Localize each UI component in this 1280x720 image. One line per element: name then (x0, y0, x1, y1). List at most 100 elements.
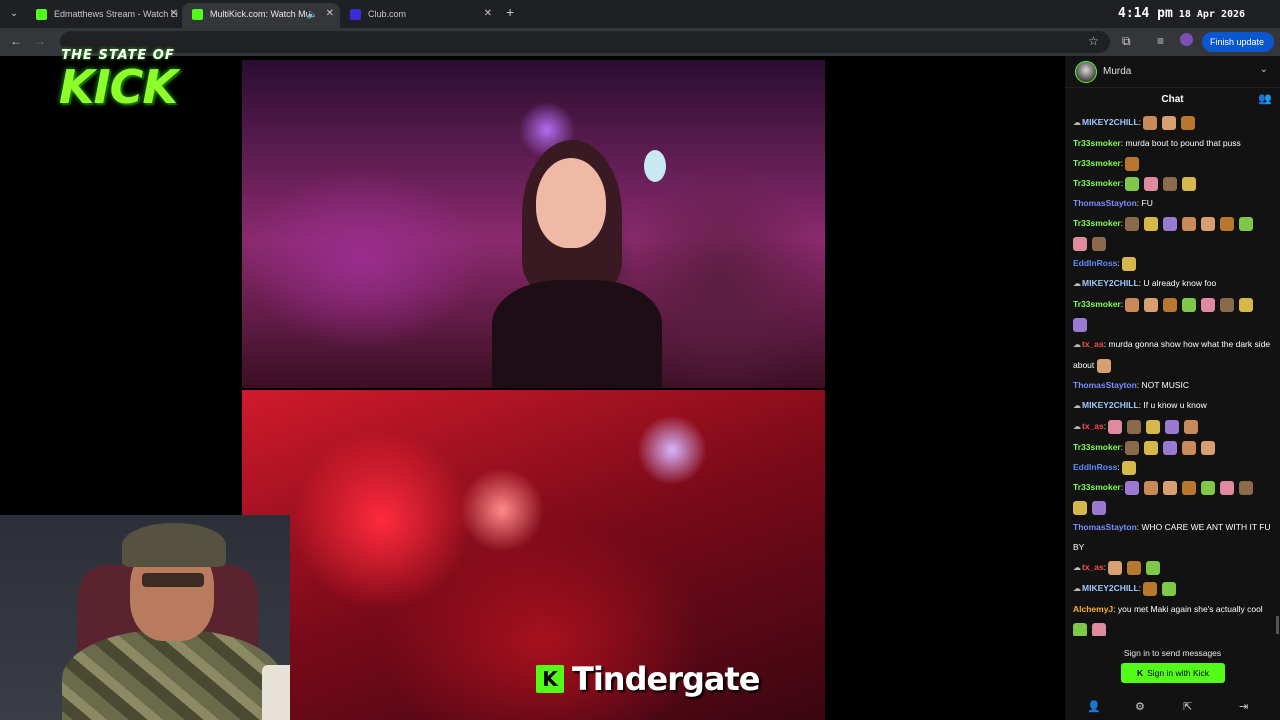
tab-club[interactable]: Club.com ✕ (340, 3, 498, 28)
chat-username[interactable]: ThomasStayton (1073, 522, 1137, 532)
chat-username[interactable]: MIKEY2CHILL (1082, 117, 1139, 127)
chat-message: Tr33smoker: (1073, 294, 1274, 334)
chat-username[interactable]: MIKEY2CHILL (1082, 278, 1139, 288)
emote-icon (1163, 480, 1178, 495)
user-badge-icon: ☁ (1073, 118, 1081, 127)
chat-username[interactable]: Tr33smoker (1073, 482, 1121, 492)
address-bar[interactable] (60, 31, 1110, 53)
finish-update-label: Finish update (1210, 37, 1265, 47)
user-badge-icon: ☁ (1073, 584, 1081, 593)
extensions-icon[interactable]: ⧉ (1122, 34, 1131, 49)
chat-message: ThomasStayton: NOT MUSIC (1073, 375, 1274, 395)
chat-username[interactable]: Tr33smoker (1073, 158, 1121, 168)
emote-icon (1122, 256, 1137, 271)
emote-icon (1125, 176, 1140, 191)
chat-username[interactable]: Tr33smoker (1073, 299, 1121, 309)
emote-icon (1092, 500, 1106, 515)
star-icon[interactable]: ☆ (1088, 34, 1099, 48)
chat-message: ☁MIKEY2CHILL: (1073, 578, 1274, 599)
chat-panel: Murda ⌄ Chat 👥 ☁MIKEY2CHILL: Tr33smoker:… (1065, 56, 1280, 720)
chat-message: ☁tx_as: (1073, 557, 1274, 578)
kick-k-icon: K (536, 665, 564, 693)
chat-message: Tr33smoker: (1073, 437, 1274, 457)
emote-icon (1220, 297, 1235, 312)
emote-icon (1144, 216, 1159, 231)
close-tab-icon[interactable]: ✕ (170, 3, 178, 25)
pillow (262, 665, 290, 720)
chat-message: Tr33smoker: murda bout to pound that pus… (1073, 133, 1274, 153)
sign-in-with-kick-button[interactable]: K Sign in with Kick (1121, 663, 1225, 683)
chat-text: you met Maki again she's actually cool (1117, 604, 1263, 614)
add-user-icon[interactable]: 👤 (1087, 700, 1101, 713)
chat-username[interactable]: Tr33smoker (1073, 218, 1121, 228)
chat-username[interactable]: Tr33smoker (1073, 138, 1121, 148)
chat-username[interactable]: tx_as (1082, 421, 1104, 431)
tab-search-icon[interactable]: ⌄ (6, 6, 22, 22)
chat-username[interactable]: tx_as (1082, 339, 1104, 349)
emote-icon (1125, 216, 1140, 231)
chat-scrollbar[interactable] (1276, 616, 1279, 634)
chat-channel-header[interactable]: Murda ⌄ (1065, 56, 1280, 88)
exit-icon[interactable]: ⇥ (1239, 700, 1248, 713)
chat-username[interactable]: EddInRoss (1073, 462, 1117, 472)
video-panel-top[interactable] (242, 60, 825, 388)
emote-icon (1144, 440, 1159, 455)
new-tab-icon[interactable]: + (506, 4, 514, 20)
chat-text: murda bout to pound that puss (1125, 138, 1241, 148)
speaker-icon[interactable]: 🔈 (307, 3, 318, 25)
emote-icon (1201, 297, 1216, 312)
emote-icon (1201, 216, 1216, 231)
emote-icon (1163, 297, 1178, 312)
emote-icon (1182, 480, 1197, 495)
emote-icon (1163, 176, 1178, 191)
emote-icon (1201, 440, 1216, 455)
streamer-shirt (62, 629, 282, 720)
chat-text: NOT MUSIC (1141, 380, 1190, 390)
emote-icon (1162, 115, 1177, 130)
emote-icon (1144, 176, 1159, 191)
back-icon[interactable]: ← (10, 34, 22, 48)
users-icon[interactable]: 👥 (1258, 92, 1272, 105)
chat-username[interactable]: AlchemyJ (1073, 604, 1113, 614)
channel-avatar (1075, 61, 1097, 83)
person-face (536, 158, 606, 248)
emote-icon (1162, 581, 1177, 596)
close-tab-icon[interactable]: ✕ (484, 3, 492, 25)
chat-username[interactable]: MIKEY2CHILL (1082, 400, 1139, 410)
emote-icon (1092, 622, 1106, 636)
chat-username[interactable]: ThomasStayton (1073, 198, 1137, 208)
chat-username[interactable]: tx_as (1082, 562, 1104, 572)
chat-username[interactable]: EddInRoss (1073, 258, 1117, 268)
chat-message-list[interactable]: ☁MIKEY2CHILL: Tr33smoker: murda bout to … (1065, 112, 1280, 636)
chat-text: If u know u know (1143, 400, 1207, 410)
popout-icon[interactable]: ⇱ (1183, 700, 1192, 713)
tab-title: MultiKick.com: Watch Multi (210, 9, 310, 19)
emote-icon (1125, 480, 1140, 495)
chat-message: ThomasStayton: FU (1073, 193, 1274, 213)
chat-username[interactable]: Tr33smoker (1073, 178, 1121, 188)
emote-icon (1125, 297, 1140, 312)
chevron-down-icon[interactable]: ⌄ (1260, 64, 1268, 75)
settings-icon[interactable]: ⚙ (1135, 700, 1145, 713)
chat-username[interactable]: Tr33smoker (1073, 442, 1121, 452)
logo-main-text: KICK (58, 60, 178, 114)
chat-username[interactable]: ThomasStayton (1073, 380, 1137, 390)
chat-message: Tr33smoker: (1073, 173, 1274, 193)
emote-icon (1182, 176, 1197, 191)
club-favicon-icon (350, 9, 361, 20)
chat-title: Chat (1161, 94, 1184, 105)
chat-username[interactable]: MIKEY2CHILL (1082, 583, 1139, 593)
screen: ⌄ Edmatthews Stream - Watch Li ✕ MultiKi… (0, 0, 1280, 720)
streamer-cap (122, 523, 226, 567)
media-icon[interactable]: ≡ (1157, 34, 1164, 48)
finish-update-button[interactable]: Finish update ⋮ (1202, 32, 1274, 67)
chat-message: AlchemyJ: you met Maki again she's actua… (1073, 599, 1274, 636)
emote-icon (1181, 115, 1196, 130)
close-tab-icon[interactable]: ✕ (326, 3, 334, 25)
profile-icon[interactable] (1180, 33, 1193, 46)
emote-icon (1165, 419, 1180, 434)
chat-message: EddInRoss: (1073, 253, 1274, 273)
emote-icon (1143, 581, 1158, 596)
emote-icon (1122, 460, 1137, 475)
emote-icon (1201, 480, 1216, 495)
